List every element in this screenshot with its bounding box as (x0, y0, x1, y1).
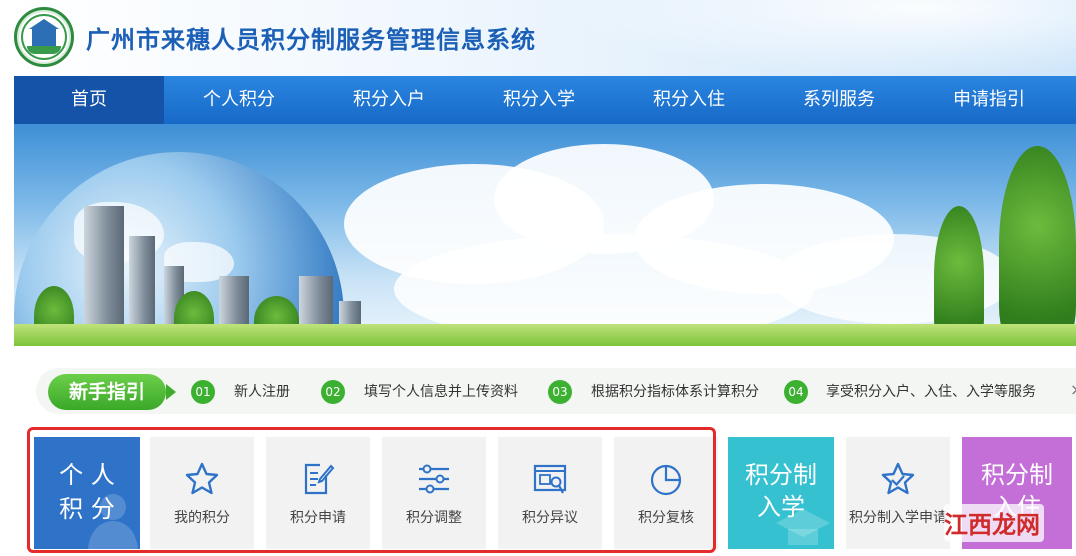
step-number: 01 (191, 380, 215, 404)
nav-item-home[interactable]: 首页 (14, 76, 164, 124)
nav-item-personal-points[interactable]: 个人积分 (164, 76, 314, 124)
tile-title-line2: 入学 (757, 493, 805, 521)
tile-title-line1: 积分制 (981, 461, 1053, 489)
step-text[interactable]: 享受积分入户、入住、入学等服务 (826, 381, 1036, 401)
newbie-guide-bar: 新手指引 01 新人注册 02 填写个人信息并上传资料 03 根据积分指标体系计… (36, 368, 1076, 414)
step-number: 03 (548, 380, 572, 404)
step-number: 04 (784, 380, 808, 404)
guide-tag[interactable]: 新手指引 (48, 374, 176, 410)
nav-item-points-school[interactable]: 积分入学 (464, 76, 614, 124)
nav-item-guide[interactable]: 申请指引 (914, 76, 1064, 124)
points-school-tile[interactable]: 积分制 入学 (728, 437, 834, 549)
nav-item-points-housing[interactable]: 积分入住 (614, 76, 764, 124)
close-icon[interactable]: × (1070, 380, 1076, 399)
step-text[interactable]: 新人注册 (234, 381, 290, 401)
step-text[interactable]: 填写个人信息并上传资料 (364, 381, 518, 401)
tile-label: 积分制入学申请 (849, 510, 947, 526)
site-header: 广州市来穗人员积分制服务管理信息系统 (0, 0, 1076, 76)
tile-title-line1: 积分制 (745, 461, 817, 489)
highlight-frame (27, 427, 716, 553)
site-title: 广州市来穗人员积分制服务管理信息系统 (86, 26, 536, 54)
step-number: 02 (321, 380, 345, 404)
site-logo-icon[interactable] (14, 7, 74, 67)
school-apply-tile[interactable]: 积分制入学申请 (846, 437, 950, 549)
watermark-text: 江西龙网 (944, 511, 1040, 539)
grass-strip (14, 324, 1076, 346)
header-glow (556, 0, 1076, 76)
nav-item-points-household[interactable]: 积分入户 (314, 76, 464, 124)
nav-item-services[interactable]: 系列服务 (764, 76, 914, 124)
step-text[interactable]: 根据积分指标体系计算积分 (591, 381, 759, 401)
main-nav: 首页 个人积分 积分入户 积分入学 积分入住 系列服务 申请指引 (14, 76, 1076, 124)
hero-banner (14, 124, 1076, 346)
star-check-icon (881, 462, 915, 495)
